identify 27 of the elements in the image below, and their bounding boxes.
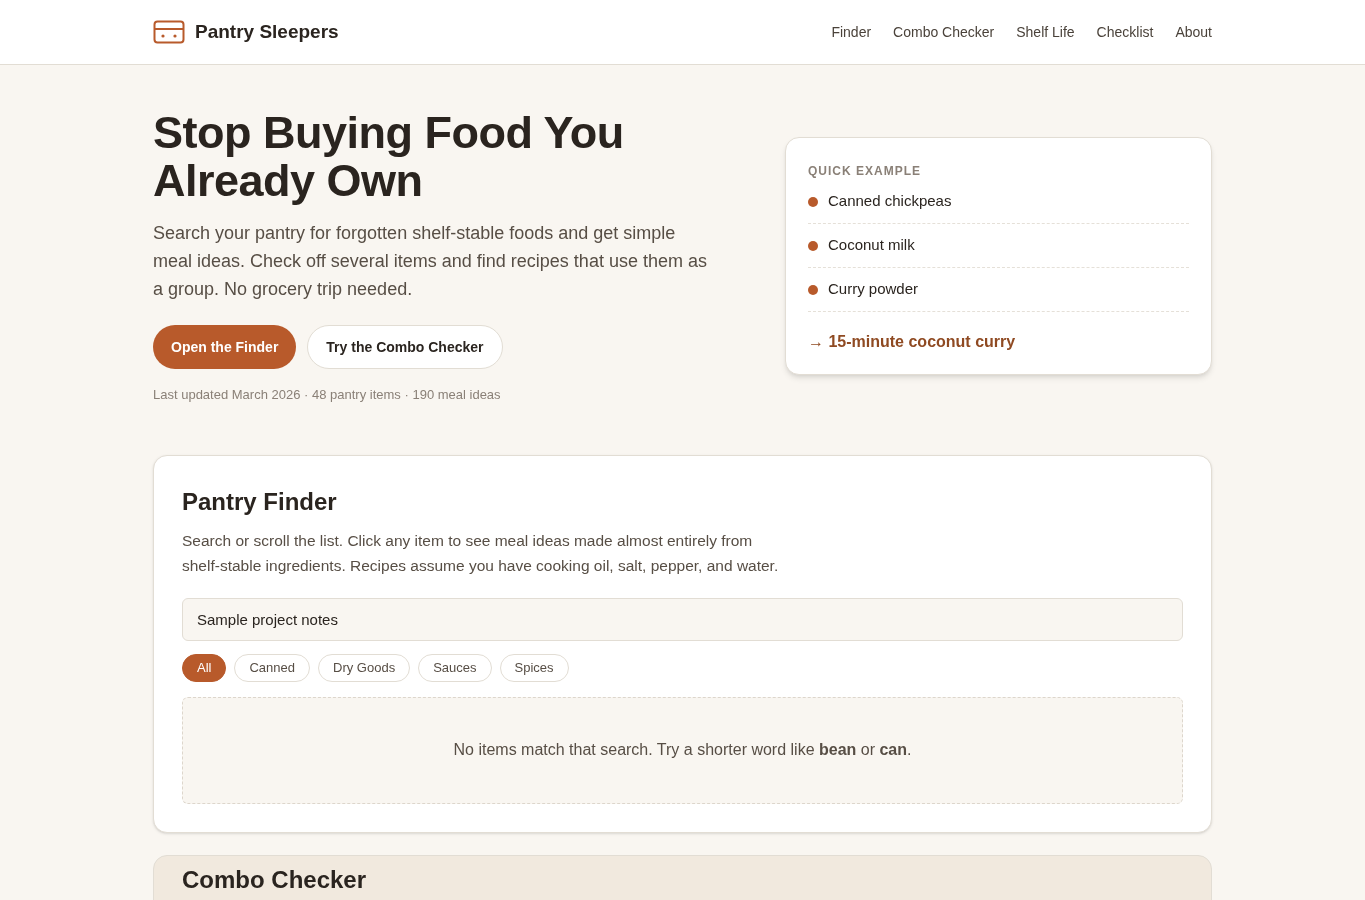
example-item: Coconut milk (828, 235, 915, 256)
combo-checker-button[interactable]: Try the Combo Checker (307, 325, 503, 369)
example-result: → 15-minute coconut curry (808, 332, 1016, 352)
hero-intro: Search your pantry for forgotten shelf-stable foods and get simple meal ideas. Check off several items and find recipes that use them as a group. No grocery trip needed. (153, 222, 708, 301)
example-item: Curry powder (828, 279, 919, 300)
search-field[interactable]: Sample project notes (182, 597, 1183, 641)
open-finder-button[interactable]: Open the Finder (153, 325, 297, 369)
nav-link[interactable]: Checklist (1096, 21, 1154, 43)
filter-chip[interactable]: All (182, 653, 227, 682)
nav-link[interactable]: Shelf Life (1016, 21, 1075, 43)
nav-link[interactable]: Finder (831, 21, 872, 43)
finder-description: Search or scroll the list. Click any item to see meal ideas made almost entirely from shelf-stable ingredients. Recipes assume you have cooking oil, salt, pepper, and water. (182, 530, 780, 576)
update-meta: Last updated March 2026 · 48 pantry items · 190 meal ideas (153, 386, 502, 404)
filter-chip[interactable]: Dry Goods (318, 653, 411, 682)
filter-chip[interactable]: Canned (234, 653, 310, 682)
example-item: Canned chickpeas (828, 191, 952, 212)
example-heading: QUICK EXAMPLE (808, 163, 922, 180)
logo-icon (153, 20, 185, 44)
empty-message: No items match that search. Try a shorter word like bean or can. (453, 740, 912, 760)
nav-link[interactable]: About (1175, 21, 1212, 43)
filter-chip[interactable]: Sauces (418, 653, 492, 682)
nav-link[interactable]: Combo Checker (893, 21, 995, 43)
finder-title: Pantry Finder (182, 486, 338, 517)
combo-title: Combo Checker (182, 864, 368, 895)
filter-chip[interactable]: Spices (499, 653, 569, 682)
hero-title: Stop Buying Food You Already Own (153, 109, 625, 205)
brand-name: Pantry Sleepers (195, 19, 339, 44)
